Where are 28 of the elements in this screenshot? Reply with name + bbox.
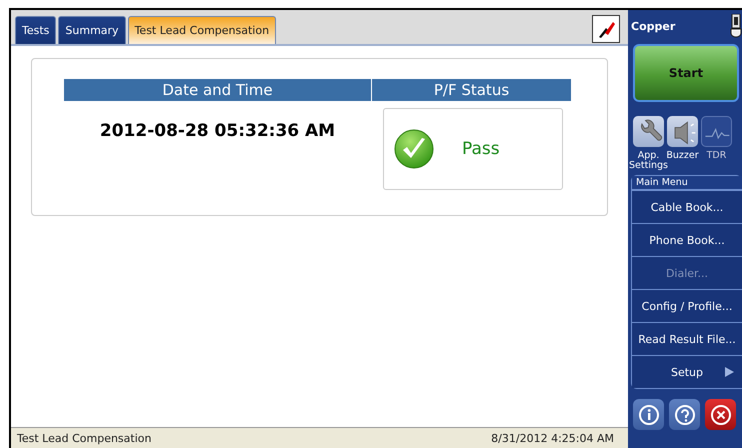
arrow-icon [725,367,734,377]
menu-item[interactable]: Setup [632,355,742,388]
tool-button[interactable]: Buzzer [667,116,698,171]
battery-plug-icon [730,14,742,38]
check-icon [394,129,434,169]
menu-item[interactable]: Read Result File... [632,322,742,355]
column-header: P/F Status [372,79,571,101]
date-time-value: 2012-08-28 05:32:36 AM [98,120,336,143]
pass-fail-status: Pass [462,139,500,159]
start-button[interactable]: Start [633,44,739,102]
menu-item[interactable]: Config / Profile... [632,289,742,322]
column-header: Date and Time [64,79,371,101]
menu-item[interactable]: Phone Book... [632,223,742,256]
menu-item[interactable]: Cable Book... [632,190,742,223]
help-button[interactable] [669,399,700,430]
info-button[interactable] [633,399,664,430]
panel-title: Copper [631,20,676,32]
close-button[interactable] [705,399,736,430]
test-leads-icon[interactable] [592,15,620,43]
trace-icon [701,116,732,147]
tab[interactable]: Tests [15,16,56,44]
menu-title: Main Menu [632,176,742,190]
tab[interactable]: Test Lead Compensation [128,16,276,44]
speaker-icon [667,116,698,147]
status-datetime: 8/31/2012 4:25:04 AM [491,432,614,444]
wrench-icon [633,116,664,147]
status-text: Test Lead Compensation [17,432,152,444]
tab[interactable]: Summary [58,16,126,44]
